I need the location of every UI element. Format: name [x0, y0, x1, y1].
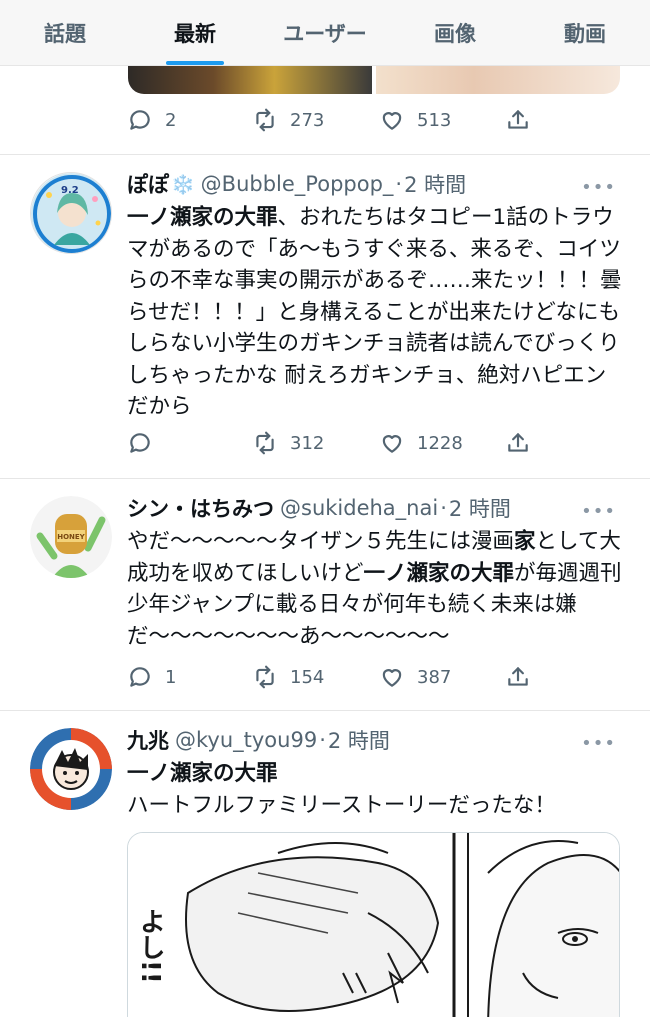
- avatar[interactable]: [30, 728, 112, 810]
- retweet-count: 154: [290, 666, 325, 688]
- like-count: 1228: [417, 432, 463, 454]
- timestamp[interactable]: 2 時間: [328, 725, 390, 755]
- tweet-header: ぽぽ ❄️ @Bubble_Poppop_ · 2 時間: [127, 168, 623, 200]
- display-name[interactable]: ぽぽ: [127, 169, 169, 199]
- share-button[interactable]: [505, 107, 531, 133]
- reply-count: 2: [165, 109, 177, 131]
- tab-label: 最新: [174, 21, 216, 46]
- timestamp[interactable]: 2 時間: [404, 169, 466, 199]
- separator-dot: ·: [395, 172, 403, 196]
- reply-icon: [130, 110, 150, 130]
- tweet[interactable]: HONEY シン・はちみつ @sukideha_nai · 2 時間 やだ〜〜〜…: [0, 479, 650, 709]
- tweet-header: シン・はちみつ @sukideha_nai · 2 時間: [127, 492, 623, 524]
- reply-button[interactable]: 2: [127, 107, 176, 133]
- tweet-text: 一ノ瀬家の大罪 ハートフルファミリーストーリーだったな！: [127, 758, 623, 821]
- tweet-actions: 1 154 387: [127, 662, 528, 692]
- previous-tweet-actions: 2 273 513: [127, 105, 528, 135]
- avatar[interactable]: HONEY: [30, 496, 112, 578]
- share-icon: [508, 433, 528, 452]
- tweet-body: 九兆 @kyu_tyou99 · 2 時間 一ノ瀬家の大罪 ハートフルファミリー…: [127, 724, 623, 821]
- reply-button[interactable]: [127, 430, 165, 456]
- retweet-icon: [256, 108, 274, 132]
- active-tab-indicator: [166, 61, 224, 65]
- tweet-text-part: やだ〜〜〜〜〜タイザン５先生には漫画: [127, 529, 515, 554]
- user-handle[interactable]: @Bubble_Poppop_: [201, 172, 394, 196]
- reply-icon: [130, 667, 150, 687]
- manga-sfx-text: よし!!: [135, 908, 165, 984]
- tweet-body: シン・はちみつ @sukideha_nai · 2 時間 やだ〜〜〜〜〜タイザン…: [127, 492, 623, 689]
- reply-icon: [130, 433, 150, 453]
- tweet-text: やだ〜〜〜〜〜タイザン５先生には漫画家として大成功を収めてほしいけど一ノ瀬家の大…: [127, 526, 623, 652]
- keyword-highlight: 一ノ瀬家の大罪: [363, 560, 515, 586]
- heart-icon: [382, 112, 402, 130]
- tab-latest[interactable]: 最新: [130, 0, 260, 65]
- keyword-highlight: 一ノ瀬家の大罪: [127, 205, 278, 230]
- reply-button[interactable]: 1: [127, 664, 176, 690]
- user-handle[interactable]: @kyu_tyou99: [175, 728, 317, 752]
- tab-videos[interactable]: 動画: [520, 0, 650, 65]
- retweet-button[interactable]: 312: [252, 430, 324, 456]
- display-name[interactable]: 九兆: [127, 725, 169, 755]
- share-button[interactable]: [505, 430, 531, 456]
- tab-label: 動画: [564, 21, 606, 46]
- tweet-text: 一ノ瀬家の大罪、おれたちはタコピー1話のトラウマがあるので「あ〜もうすぐ来る、来…: [127, 202, 623, 423]
- retweet-icon: [256, 665, 274, 689]
- like-button[interactable]: 513: [379, 107, 451, 133]
- manga-panel-image: よし!!: [128, 833, 619, 1017]
- reply-count: 1: [165, 666, 177, 688]
- timestamp[interactable]: 2 時間: [449, 493, 511, 523]
- heart-icon: [382, 669, 402, 687]
- tweet-media[interactable]: よし!!: [127, 832, 620, 1017]
- tab-label: 画像: [434, 21, 476, 46]
- tab-label: ユーザー: [283, 21, 367, 46]
- avatar[interactable]: 9.2: [30, 172, 112, 254]
- share-icon: [508, 110, 528, 129]
- tweet-text-rest: ハートフルファミリーストーリーだったな！: [127, 792, 556, 818]
- search-tabs: 話題 最新 ユーザー 画像 動画: [0, 0, 650, 66]
- tweet-body: ぽぽ ❄️ @Bubble_Poppop_ · 2 時間 一ノ瀬家の大罪、おれた…: [127, 168, 623, 455]
- tab-images[interactable]: 画像: [390, 0, 520, 65]
- snowflake-icon: ❄️: [171, 173, 195, 196]
- keyword-highlight: 一ノ瀬家の大罪: [127, 761, 278, 786]
- avatar-image: HONEY: [30, 496, 112, 578]
- tweet-header: 九兆 @kyu_tyou99 · 2 時間: [127, 724, 623, 756]
- avatar-text: HONEY: [57, 533, 85, 541]
- display-name[interactable]: シン・はちみつ: [127, 493, 274, 523]
- like-button[interactable]: 387: [379, 664, 451, 690]
- like-count: 513: [417, 109, 452, 131]
- keyword-highlight: 家: [514, 529, 536, 554]
- share-button[interactable]: [505, 664, 531, 690]
- heart-icon: [382, 435, 402, 453]
- retweet-count: 312: [290, 432, 325, 454]
- avatar-image: [30, 728, 112, 810]
- retweet-count: 273: [290, 109, 325, 131]
- tab-label: 話題: [44, 21, 86, 46]
- user-handle[interactable]: @sukideha_nai: [280, 496, 438, 520]
- more-options-icon[interactable]: •••: [581, 501, 616, 522]
- more-options-icon[interactable]: •••: [581, 177, 616, 198]
- tab-users[interactable]: ユーザー: [260, 0, 390, 65]
- retweet-icon: [256, 431, 274, 455]
- retweet-button[interactable]: 273: [252, 107, 324, 133]
- like-button[interactable]: 1228: [379, 430, 463, 456]
- retweet-button[interactable]: 154: [252, 664, 324, 690]
- tweet[interactable]: 9.2 ぽぽ ❄️ @Bubble_Poppop_ · 2 時間 一ノ瀬家の大罪…: [0, 155, 650, 478]
- more-options-icon[interactable]: •••: [581, 733, 616, 754]
- tweet-text-rest: 、おれたちはタコピー1話のトラウマがあるので「あ〜もうすぐ来る、来るぞ、コイツら…: [127, 205, 622, 419]
- tab-trending[interactable]: 話題: [0, 0, 130, 65]
- avatar-text: 9.2: [61, 185, 79, 196]
- separator-dot: ·: [319, 728, 326, 752]
- share-icon: [508, 667, 528, 686]
- like-count: 387: [417, 666, 452, 688]
- separator-dot: ·: [440, 496, 447, 520]
- avatar-image: 9.2: [31, 173, 111, 253]
- tweet-actions: 312 1228: [127, 428, 528, 458]
